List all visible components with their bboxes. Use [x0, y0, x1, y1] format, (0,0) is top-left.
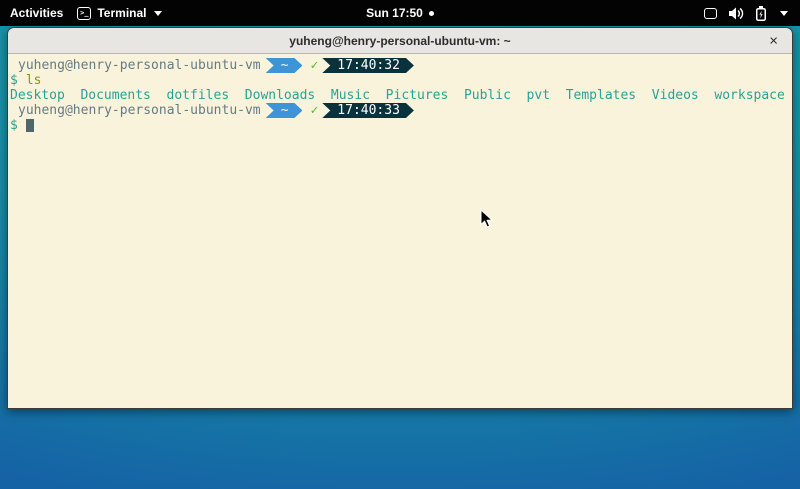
prompt-symbol: $	[10, 118, 18, 133]
close-icon[interactable]: ×	[769, 33, 778, 48]
text-cursor	[26, 119, 34, 132]
ls-output: Desktop Documents dotfiles Downloads Mus…	[10, 88, 790, 103]
powerline-time-segment: 17:40:33	[322, 103, 414, 118]
app-menu-label: Terminal	[97, 6, 146, 20]
system-menu[interactable]	[434, 6, 800, 21]
terminal-app-icon-glyph: >_	[80, 10, 88, 17]
prompt-dir-text: ~	[281, 58, 289, 73]
prompt-line-1: yuheng@henry-personal-ubuntu-vm ~ ✓ 17:4…	[10, 58, 790, 73]
prompt-time-text: 17:40:32	[337, 58, 400, 73]
prompt-user-text: yuheng@henry-personal-ubuntu-vm	[18, 103, 261, 118]
app-menu[interactable]: >_ Terminal	[77, 6, 162, 20]
prompt-dir-text: ~	[281, 103, 289, 118]
prompt-symbol: $	[10, 73, 18, 88]
volume-icon	[729, 7, 744, 20]
window-title: yuheng@henry-personal-ubuntu-vm: ~	[289, 34, 510, 48]
command-text: ls	[26, 73, 42, 88]
window-titlebar[interactable]: yuheng@henry-personal-ubuntu-vm: ~ ×	[8, 28, 792, 54]
terminal-app-icon: >_	[77, 7, 91, 20]
clock-label: Sun 17:50	[366, 6, 423, 20]
powerline-dir-segment: ~	[266, 103, 303, 118]
prompt-line-2: yuheng@henry-personal-ubuntu-vm ~ ✓ 17:4…	[10, 103, 790, 118]
top-bar: Activities >_ Terminal Sun 17:50	[0, 0, 800, 26]
chevron-down-icon	[154, 11, 162, 16]
powerline-dir-segment: ~	[266, 58, 303, 73]
terminal-content[interactable]: yuheng@henry-personal-ubuntu-vm ~ ✓ 17:4…	[8, 54, 792, 408]
screen-icon	[704, 8, 717, 19]
battery-charging-icon	[756, 6, 766, 21]
empty-command-line[interactable]: $	[10, 118, 790, 133]
prompt-user-text: yuheng@henry-personal-ubuntu-vm	[18, 58, 261, 73]
powerline-time-segment: 17:40:32	[322, 58, 414, 73]
prompt-time-text: 17:40:33	[337, 103, 400, 118]
check-icon: ✓	[310, 58, 318, 73]
chevron-down-icon	[780, 11, 788, 16]
terminal-window: yuheng@henry-personal-ubuntu-vm: ~ × yuh…	[7, 27, 793, 409]
check-icon: ✓	[310, 103, 318, 118]
desktop-background: yuheng@henry-personal-ubuntu-vm: ~ × yuh…	[0, 26, 800, 489]
clock-button[interactable]: Sun 17:50	[366, 6, 434, 20]
command-line: $ ls	[10, 73, 790, 88]
activities-button[interactable]: Activities	[10, 6, 63, 20]
